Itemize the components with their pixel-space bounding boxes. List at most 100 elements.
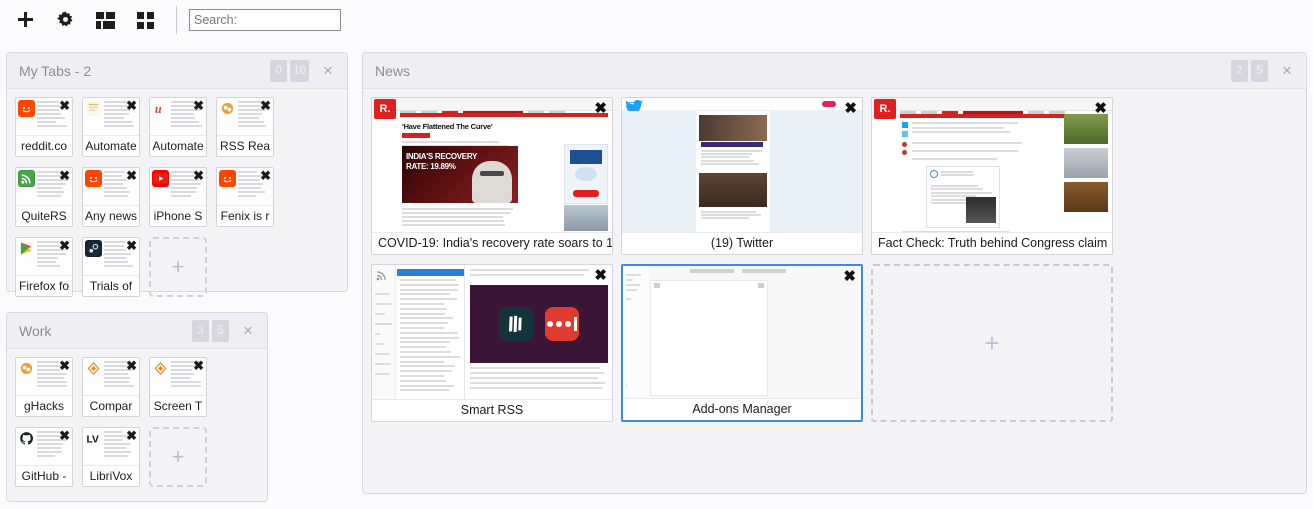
panel-badge-open[interactable]: 0	[270, 60, 287, 82]
tab-tile[interactable]: u ✖ Automate	[149, 97, 207, 157]
tab-close-icon[interactable]: ✖	[59, 239, 70, 252]
play-store-icon	[18, 240, 35, 257]
tab-tile[interactable]: ✖ reddit.co	[15, 97, 73, 157]
tab-close-icon[interactable]: ✖	[193, 359, 204, 372]
panel-badge-open[interactable]: 3	[192, 320, 209, 342]
card-title: Add-ons Manager	[623, 398, 861, 420]
panel-title: Work	[19, 323, 189, 339]
document-icon	[85, 100, 102, 117]
panel-my-tabs: My Tabs - 2 0 10 × ✖ reddit.co ✖ Automate u ✖…	[6, 52, 348, 292]
tab-close-icon[interactable]: ✖	[59, 99, 70, 112]
add-news-card[interactable]: +	[871, 264, 1113, 422]
tab-close-icon[interactable]: ✖	[59, 169, 70, 182]
panel-title: News	[375, 63, 1228, 79]
add-tab-tile[interactable]: +	[149, 427, 207, 487]
card-close-icon[interactable]: ✖	[844, 101, 857, 116]
panel-title: My Tabs - 2	[19, 63, 267, 79]
search-input[interactable]	[189, 9, 341, 31]
tab-tile[interactable]: ✖ gHacks	[15, 357, 73, 417]
tab-tile[interactable]: ✖ Trials of	[82, 237, 140, 297]
republic-logo-icon: R.	[374, 99, 396, 119]
librivox-icon: LV	[85, 430, 102, 447]
tab-label: Any news	[83, 205, 139, 226]
card-thumbnail	[623, 266, 861, 400]
plus-icon: +	[984, 328, 999, 359]
settings-gear-icon[interactable]	[48, 3, 82, 37]
svg-text:LV: LV	[86, 435, 99, 446]
youtube-icon	[152, 170, 169, 187]
dashlane-icon	[499, 307, 533, 341]
tab-tile[interactable]: ✖ Automate	[82, 97, 140, 157]
tab-label: GitHub -	[16, 465, 72, 486]
main-toolbar	[0, 0, 1313, 40]
layout-grid-icon[interactable]	[88, 3, 122, 37]
panel-header-news: News 2 5 ×	[363, 53, 1306, 89]
tab-tile[interactable]: ✖ iPhone S	[149, 167, 207, 227]
tab-close-icon[interactable]: ✖	[193, 169, 204, 182]
tab-label: Trials of	[83, 275, 139, 296]
card-close-icon[interactable]: ✖	[1094, 101, 1107, 116]
add-tab-tile[interactable]: +	[149, 237, 207, 297]
panel-badge-total[interactable]: 5	[1251, 60, 1268, 82]
card-close-icon[interactable]: ✖	[594, 101, 607, 116]
news-card[interactable]: ✖ Add-ons Manager	[621, 264, 863, 422]
panel-close-icon[interactable]: ×	[235, 318, 261, 344]
tab-close-icon[interactable]: ✖	[260, 169, 271, 182]
reddit-icon	[219, 170, 236, 187]
card-close-icon[interactable]: ✖	[594, 268, 607, 283]
rss-feed-icon	[18, 170, 35, 187]
tab-close-icon[interactable]: ✖	[126, 99, 137, 112]
tab-label: iPhone S	[150, 205, 206, 226]
tab-label: RSS Rea	[217, 135, 273, 156]
reddit-icon	[18, 100, 35, 117]
tab-tile[interactable]: ✖ Fenix is r	[216, 167, 274, 227]
card-title: COVID-19: India's recovery rate soars to…	[372, 232, 612, 254]
tab-tile-grid: ✖ reddit.co ✖ Automate u ✖ Automate ✖ RSS Rea ✖ Qu…	[7, 89, 347, 315]
panel-header-my-tabs: My Tabs - 2 0 10 ×	[7, 53, 347, 89]
tab-close-icon[interactable]: ✖	[126, 239, 137, 252]
panel-news: News 2 5 × R. 'Have Flattened The Curve' I…	[362, 52, 1307, 494]
tab-close-icon[interactable]: ✖	[260, 99, 271, 112]
tab-label: reddit.co	[16, 135, 72, 156]
tab-tile[interactable]: ✖ GitHub -	[15, 427, 73, 487]
tab-close-icon[interactable]: ✖	[59, 429, 70, 442]
panel-badge-open[interactable]: 2	[1231, 60, 1248, 82]
layout-tiles-icon[interactable]	[128, 3, 162, 37]
tab-tile[interactable]: ✖ Firefox fo	[15, 237, 73, 297]
news-card[interactable]: ✖ Smart RSS	[371, 264, 613, 422]
tab-close-icon[interactable]: ✖	[126, 169, 137, 182]
card-thumbnail: R.	[872, 98, 1112, 234]
ghacks-icon	[18, 360, 35, 377]
tab-tile[interactable]: ✖ Screen T	[149, 357, 207, 417]
panel-badge-total[interactable]: 10	[290, 60, 309, 82]
plus-icon: +	[172, 254, 185, 280]
tab-tile[interactable]: ✖ RSS Rea	[216, 97, 274, 157]
tab-close-icon[interactable]: ✖	[126, 429, 137, 442]
news-card[interactable]: R. 'Have Flattened The Curve' INDIA'S RECO…	[371, 97, 613, 255]
tab-close-icon[interactable]: ✖	[193, 99, 204, 112]
tab-label: Firefox fo	[16, 275, 72, 296]
panel-close-icon[interactable]: ×	[1274, 58, 1300, 84]
tab-label: Fenix is r	[217, 205, 273, 226]
panel-work: Work 3 5 × ✖ gHacks ✖ Compar ✖ Screen T ✖ GitHu…	[6, 312, 268, 502]
republic-logo-icon: R.	[874, 99, 896, 119]
toolbar-divider	[176, 6, 177, 34]
news-card[interactable]: R. ✖ Fact Check: Truth behind Congress cla…	[871, 97, 1113, 255]
card-title: (19) Twitter	[622, 232, 862, 254]
card-thumbnail	[372, 265, 612, 401]
panel-badge-total[interactable]: 5	[212, 320, 229, 342]
tab-close-icon[interactable]: ✖	[59, 359, 70, 372]
card-close-icon[interactable]: ✖	[843, 269, 856, 284]
add-icon[interactable]	[8, 3, 42, 37]
tab-tile[interactable]: ✖ Any news	[82, 167, 140, 227]
tab-tile[interactable]: LV ✖ LibriVox	[82, 427, 140, 487]
tab-label: Screen T	[150, 395, 206, 416]
panel-header-work: Work 3 5 ×	[7, 313, 267, 349]
news-card[interactable]: ✉✖ (19) Twitter	[621, 97, 863, 255]
tab-close-icon[interactable]: ✖	[126, 359, 137, 372]
reddit-icon	[85, 170, 102, 187]
tab-tile[interactable]: ✖ QuiteRS	[15, 167, 73, 227]
tab-tile[interactable]: ✖ Compar	[82, 357, 140, 417]
tab-label: Automate	[150, 135, 206, 156]
panel-close-icon[interactable]: ×	[315, 58, 341, 84]
